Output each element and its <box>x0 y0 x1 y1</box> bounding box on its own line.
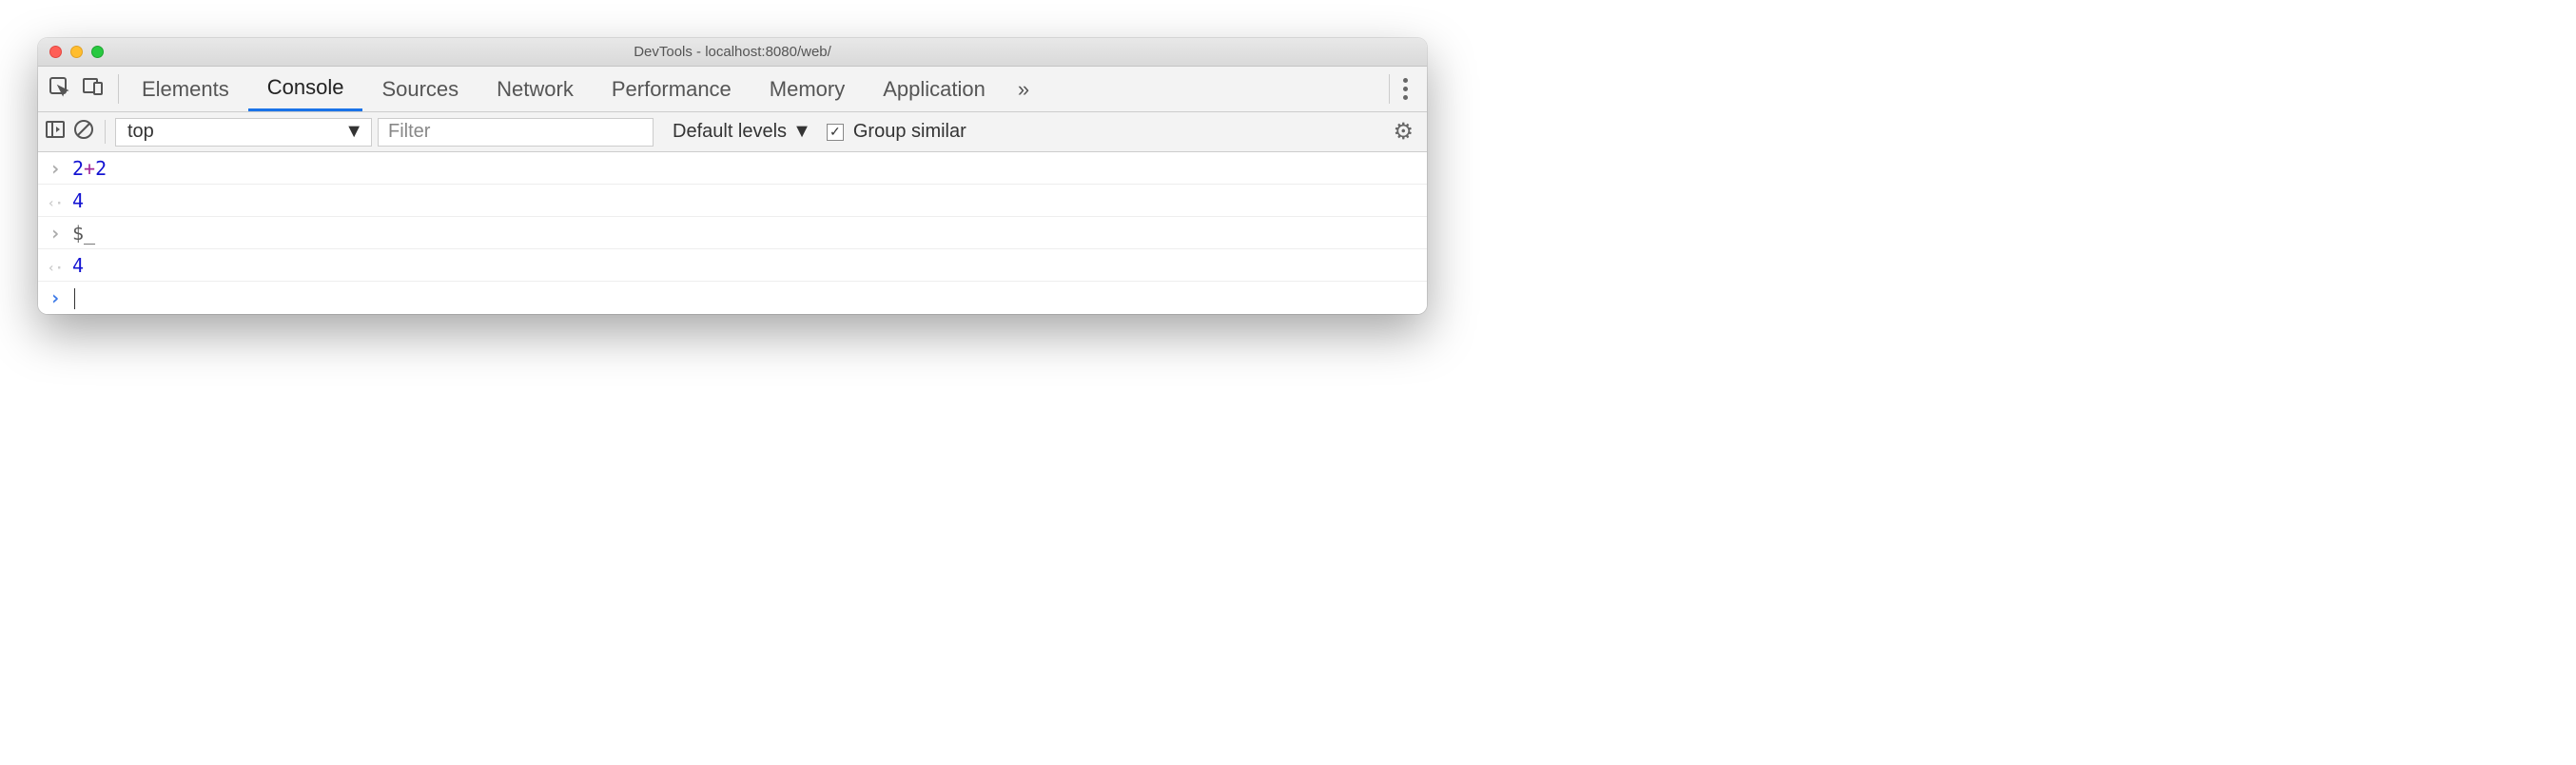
console-cell: 4 <box>67 254 84 277</box>
input-marker-icon: › <box>44 222 67 245</box>
devtools-window: DevTools - localhost:8080/web/ Elements C… <box>38 38 1427 314</box>
console-row-input: ›$_ <box>38 217 1427 249</box>
console-filter-input[interactable] <box>378 118 654 147</box>
console-row-prompt: › <box>38 282 1427 314</box>
dot-icon <box>1403 78 1408 83</box>
console-row-output: ‹·4 <box>38 185 1427 217</box>
tab-console[interactable]: Console <box>248 67 363 111</box>
separator <box>1389 74 1390 104</box>
input-marker-icon: › <box>44 157 67 180</box>
group-similar-checkbox[interactable]: ✓ <box>827 124 844 141</box>
tab-label: Sources <box>381 77 459 102</box>
token-var: $_ <box>72 222 95 245</box>
tabstrip-right <box>1376 67 1427 111</box>
dropdown-triangle-icon: ▼ <box>344 121 363 143</box>
separator <box>105 120 106 144</box>
device-toolbar-icon[interactable] <box>82 75 105 104</box>
console-cell: 2+2 <box>67 157 107 180</box>
tab-label: Network <box>497 77 574 102</box>
dot-icon <box>1403 95 1408 100</box>
window-title: DevTools - localhost:8080/web/ <box>38 44 1427 60</box>
token-num: 2 <box>95 157 107 180</box>
window-titlebar: DevTools - localhost:8080/web/ <box>38 38 1427 67</box>
tab-application[interactable]: Application <box>864 67 1005 111</box>
prompt-marker-icon: › <box>44 286 67 309</box>
console-toolbar: top ▼ Default levels ▼ ✓ Group similar ⚙ <box>38 112 1427 152</box>
devtools-tabstrip: Elements Console Sources Network Performance… <box>38 67 1427 112</box>
show-console-sidebar-icon[interactable] <box>44 118 67 147</box>
inspect-tools <box>38 67 114 111</box>
tab-label: Performance <box>612 77 732 102</box>
console-cell: 4 <box>67 189 84 212</box>
clear-console-icon[interactable] <box>72 118 95 147</box>
execution-context-select[interactable]: top ▼ <box>115 118 372 147</box>
token-num: 4 <box>72 254 84 277</box>
console-settings-button[interactable]: ⚙ <box>1385 118 1421 146</box>
console-cell: $_ <box>67 222 95 245</box>
output-marker-icon: ‹· <box>44 254 67 277</box>
tab-label: Console <box>267 75 344 100</box>
tabs-overflow-button[interactable]: » <box>1005 67 1039 111</box>
console-body[interactable]: ›2+2‹·4›$_‹·4› <box>38 152 1427 314</box>
tab-sources[interactable]: Sources <box>362 67 478 111</box>
console-cell[interactable] <box>67 286 75 310</box>
token-num: 2 <box>72 157 84 180</box>
token-num: 4 <box>72 189 84 212</box>
panel-tabs: Elements Console Sources Network Performance… <box>123 67 1005 111</box>
dot-icon <box>1403 87 1408 91</box>
tab-label: Application <box>883 77 986 102</box>
tab-memory[interactable]: Memory <box>751 67 864 111</box>
token-op: + <box>84 157 95 180</box>
context-selected-label: top <box>127 121 154 143</box>
devtools-menu-button[interactable] <box>1394 78 1417 100</box>
log-levels-select[interactable]: Default levels ▼ <box>659 121 811 143</box>
dropdown-triangle-icon: ▼ <box>792 121 811 143</box>
chevrons-right-icon: » <box>1018 77 1025 102</box>
output-marker-icon: ‹· <box>44 189 67 212</box>
tab-network[interactable]: Network <box>478 67 593 111</box>
tab-label: Memory <box>770 77 845 102</box>
console-row-output: ‹·4 <box>38 249 1427 282</box>
separator <box>118 74 119 104</box>
tab-performance[interactable]: Performance <box>593 67 751 111</box>
text-cursor <box>74 288 75 309</box>
tab-label: Elements <box>142 77 229 102</box>
group-similar-label: Group similar <box>853 121 966 143</box>
levels-label: Default levels <box>673 121 787 143</box>
inspect-element-icon[interactable] <box>48 75 70 104</box>
tab-elements[interactable]: Elements <box>123 67 248 111</box>
gear-icon: ⚙ <box>1393 119 1414 145</box>
console-row-input: ›2+2 <box>38 152 1427 185</box>
